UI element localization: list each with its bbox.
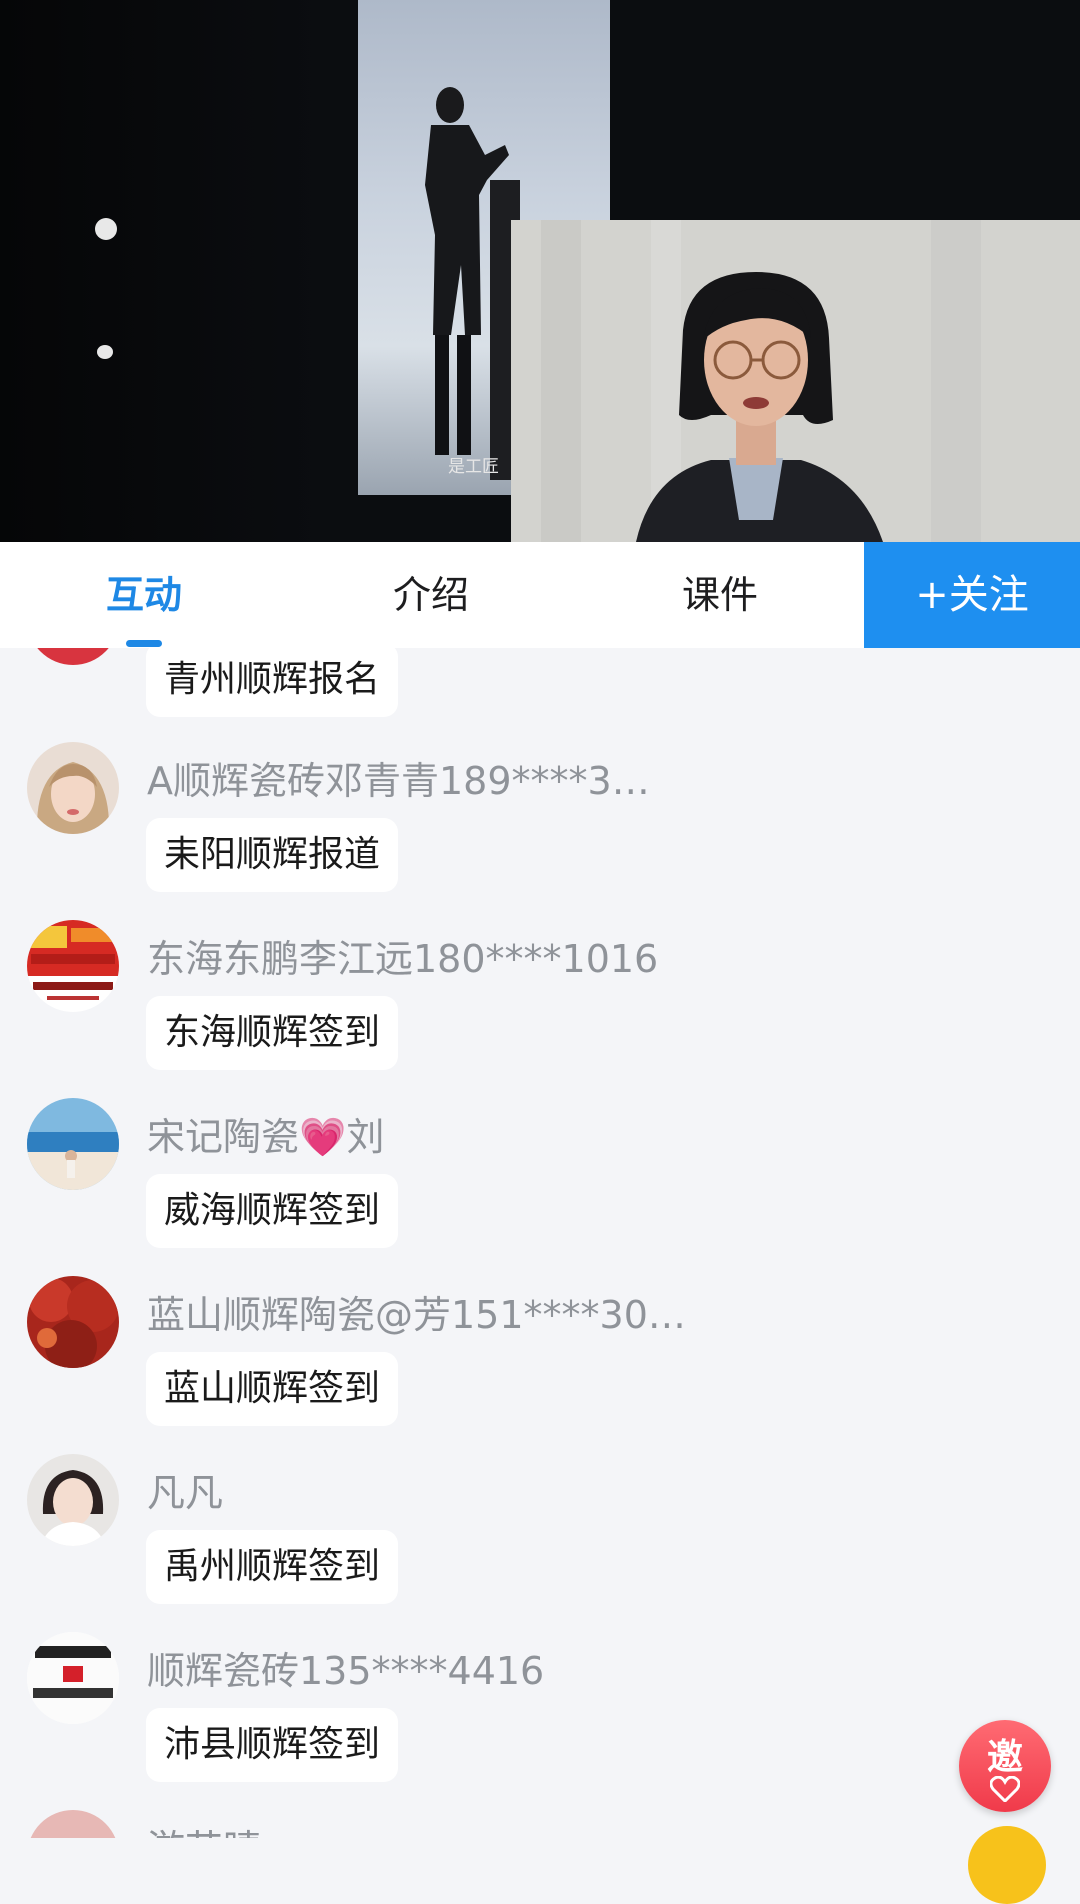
tab-introduction[interactable]: 介绍: [331, 542, 531, 648]
message-bubble: 禹州顺辉签到: [146, 1530, 399, 1604]
live-video-player[interactable]: 是工匠: [0, 0, 1080, 542]
user-avatar[interactable]: [27, 1098, 119, 1190]
user-avatar[interactable]: [27, 742, 119, 834]
user-avatar[interactable]: [27, 1454, 119, 1546]
user-avatar[interactable]: [27, 1276, 119, 1368]
girl-selfie-icon: [27, 1454, 119, 1546]
username[interactable]: 凡凡: [147, 1462, 223, 1517]
username[interactable]: 游艺晴: [147, 1818, 261, 1838]
red-foliage-icon: [27, 1276, 119, 1368]
active-tab-indicator: [126, 640, 162, 647]
message-bubble: 沛县顺辉签到: [146, 1708, 399, 1782]
message-bubble: 威海顺辉签到: [146, 1174, 399, 1248]
username[interactable]: 宋记陶瓷💗刘: [147, 1106, 384, 1161]
username[interactable]: 蓝山顺辉陶瓷@芳151****30…: [147, 1284, 686, 1339]
woman-portrait-icon: [27, 742, 119, 834]
video-subtitle: 是工匠: [448, 457, 499, 477]
user-avatar[interactable]: [27, 648, 119, 665]
username[interactable]: 东海东鹏李江远180****1016: [147, 928, 658, 983]
video-figure-silhouette: [425, 87, 520, 480]
tab-courseware[interactable]: 课件: [620, 542, 820, 648]
username[interactable]: 顺辉瓷砖135****4416: [147, 1640, 544, 1695]
heart-icon: [990, 1776, 1020, 1802]
username-text: 宋记陶瓷: [147, 1115, 300, 1159]
user-avatar[interactable]: [27, 1632, 119, 1724]
message-bubble: 青州顺辉报名: [146, 648, 399, 717]
username-text: 刘: [346, 1115, 385, 1159]
message-bubble: 耒阳顺辉报道: [146, 818, 399, 892]
chat-list[interactable]: 青州顺辉报名 A顺辉瓷砖邓青青189****3… 耒阳顺辉报道 东海东鹏李江远1…: [0, 648, 1080, 1838]
presenter-camera-pip[interactable]: [511, 220, 1080, 542]
presenter-portrait: [511, 220, 1080, 542]
username[interactable]: A顺辉瓷砖邓青青189****3…: [147, 750, 650, 805]
invite-button[interactable]: 邀: [959, 1720, 1051, 1812]
beach-icon: [27, 1098, 119, 1190]
video-light-orb: [97, 345, 113, 359]
tab-interaction[interactable]: 互动: [44, 542, 244, 648]
message-bubble: 蓝山顺辉签到: [146, 1352, 399, 1426]
follow-button[interactable]: +关注: [864, 542, 1080, 648]
user-avatar[interactable]: [27, 920, 119, 1012]
invite-label: 邀: [986, 1737, 1023, 1778]
brand-calligraphy-icon: [27, 1632, 119, 1724]
store-banner-icon: [27, 920, 119, 1012]
video-light-orb: [95, 218, 117, 240]
message-bubble: 东海顺辉签到: [146, 996, 399, 1070]
heart-emoji-icon: 💗: [299, 1115, 347, 1159]
user-avatar[interactable]: [27, 1810, 119, 1838]
